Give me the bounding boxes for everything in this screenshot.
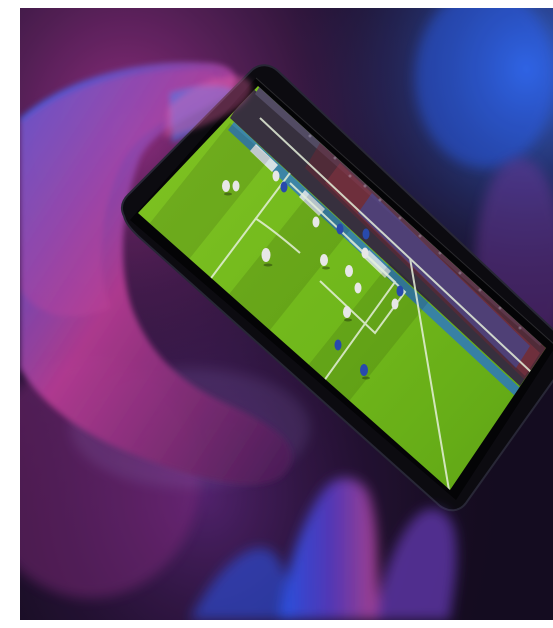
photo-scene: [20, 8, 553, 620]
photo-frame: [0, 0, 553, 628]
photo: [20, 8, 553, 620]
